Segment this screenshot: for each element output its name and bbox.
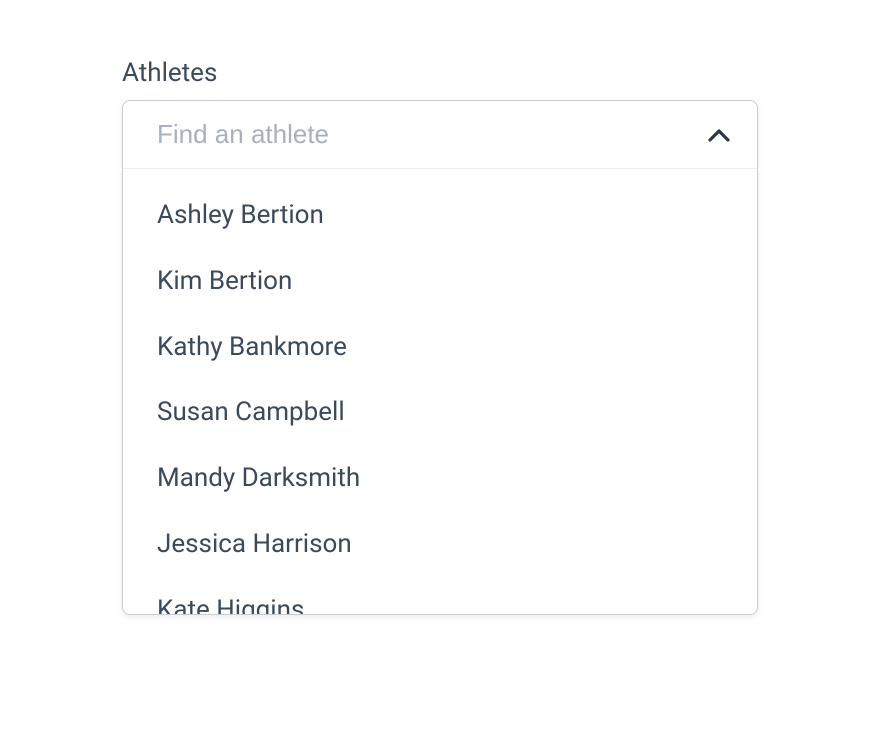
dropdown-list: Ashley Bertion Kim Bertion Kathy Bankmor… xyxy=(123,169,757,614)
dropdown-option[interactable]: Mandy Darksmith xyxy=(123,446,757,512)
athlete-dropdown[interactable]: Ashley Bertion Kim Bertion Kathy Bankmor… xyxy=(122,100,758,615)
dropdown-option[interactable]: Kathy Bankmore xyxy=(123,315,757,381)
dropdown-option[interactable]: Jessica Harrison xyxy=(123,512,757,578)
dropdown-header[interactable] xyxy=(123,101,757,169)
dropdown-option[interactable]: Kate Higgins xyxy=(123,578,757,614)
dropdown-option[interactable]: Kim Bertion xyxy=(123,249,757,315)
athlete-search-input[interactable] xyxy=(157,119,707,150)
dropdown-option[interactable]: Ashley Bertion xyxy=(123,183,757,249)
dropdown-option[interactable]: Susan Campbell xyxy=(123,380,757,446)
chevron-up-icon[interactable] xyxy=(707,123,731,147)
athletes-label: Athletes xyxy=(122,58,758,88)
